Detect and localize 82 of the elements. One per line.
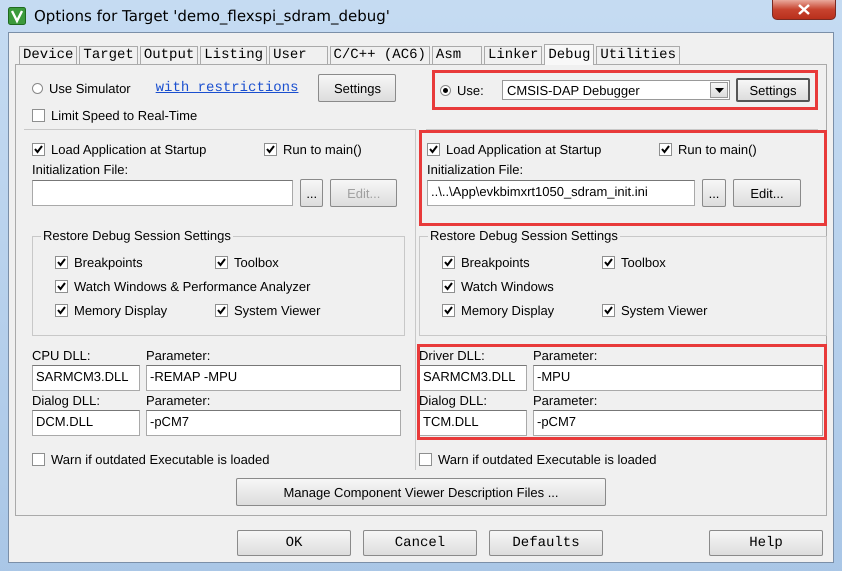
parameter-field[interactable]: -pCM7 [533, 410, 823, 436]
field-label: CPU DLL: [32, 348, 92, 363]
tab[interactable]: User [269, 46, 328, 64]
dll-field[interactable]: DCM.DLL [32, 410, 140, 436]
checkbox-option[interactable]: Warn if outdated Executable is loaded [419, 448, 827, 470]
settings-button[interactable]: Settings [318, 74, 396, 102]
close-button[interactable] [772, 0, 836, 20]
dialog-button[interactable]: Cancel [363, 530, 477, 556]
checkbox-option[interactable]: System Viewer [602, 299, 826, 321]
browse-button[interactable]: ... [300, 179, 324, 207]
group-title: Restore Debug Session Settings [428, 228, 620, 243]
debugger-dropdown[interactable]: CMSIS-DAP Debugger [502, 80, 730, 100]
manage-files-button[interactable]: Manage Component Viewer Description Files ... [236, 478, 606, 506]
radio-option[interactable]: Use: [440, 79, 502, 101]
checkbox-option[interactable]: Run to main() [264, 138, 362, 160]
check-icon [57, 282, 66, 290]
check-icon [217, 306, 226, 314]
parameter-field[interactable]: -MPU [533, 365, 823, 391]
checkbox-option[interactable]: Memory Display [55, 299, 215, 321]
browse-button[interactable]: ... [702, 179, 726, 207]
field-label: Parameter: [533, 393, 598, 408]
checkbox-option[interactable]: Breakpoints [55, 251, 215, 273]
checkbox-option[interactable]: Memory Display [442, 299, 602, 321]
checkbox-option[interactable]: System Viewer [215, 299, 404, 321]
check-icon [604, 306, 613, 314]
field-label: Dialog DLL: [419, 393, 488, 408]
init-file-field[interactable]: ..\..\App\evkbimxrt1050_sdram_init.ini [427, 180, 695, 206]
dll-field[interactable]: SARMCM3.DLL [32, 365, 140, 391]
parameter-field[interactable]: -pCM7 [146, 410, 401, 436]
restrictions-link[interactable]: with restrictions [156, 80, 298, 96]
close-icon [798, 4, 810, 15]
tab[interactable]: Asm [432, 46, 482, 64]
field-label: Initialization File: [32, 162, 130, 177]
check-icon [34, 144, 43, 154]
tab[interactable]: Device [19, 46, 78, 64]
dll-field[interactable]: TCM.DLL [419, 410, 527, 436]
checkbox-option[interactable]: Load Application at Startup [427, 138, 659, 160]
checkbox-option[interactable]: Watch Windows & Performance Analyzer [55, 275, 404, 297]
field-label: Parameter: [146, 348, 212, 363]
radio-option[interactable]: Use Simulator [32, 77, 131, 99]
field-label: Driver DLL: [419, 348, 486, 363]
settings-button[interactable]: Settings [736, 78, 810, 102]
checkbox-option[interactable]: Toolbox [215, 251, 404, 273]
check-icon [444, 282, 453, 290]
dialog-button[interactable]: Help [709, 530, 823, 556]
edit-button[interactable]: Edit... [733, 179, 801, 207]
checkbox-option[interactable]: Watch Windows [442, 275, 826, 297]
field-label: Parameter: [146, 393, 212, 408]
tab[interactable]: Debug [544, 44, 594, 65]
group-title: Restore Debug Session Settings [41, 228, 233, 243]
window-title: Options for Target 'demo_flexspi_sdram_debug' [34, 7, 390, 25]
field-label: Initialization File: [427, 162, 524, 177]
dialog-button[interactable]: OK [237, 530, 351, 556]
tab[interactable]: Utilities [596, 46, 680, 64]
check-icon [429, 144, 438, 154]
checkbox-option[interactable]: Breakpoints [442, 251, 602, 273]
check-icon [661, 144, 670, 154]
init-file-field[interactable] [32, 180, 294, 206]
check-icon [444, 258, 453, 266]
tab[interactable]: Target [79, 46, 138, 64]
caret-icon [714, 88, 724, 92]
tab[interactable]: Linker [484, 46, 542, 64]
check-icon [57, 258, 66, 266]
checkbox-option[interactable]: Limit Speed to Real-Time [32, 104, 416, 126]
checkbox-option[interactable]: Load Application at Startup [32, 138, 264, 160]
checkbox-option[interactable]: Toolbox [602, 251, 826, 273]
check-icon [217, 258, 226, 266]
check-icon [604, 258, 613, 266]
checkbox-option[interactable]: Run to main() [659, 138, 757, 160]
tab[interactable]: C/C++ (AC6) [330, 46, 430, 64]
app-icon [8, 7, 26, 25]
field-label: Parameter: [533, 348, 598, 363]
dialog-button[interactable]: Defaults [489, 530, 603, 556]
check-icon [266, 144, 275, 154]
tab[interactable]: Output [140, 46, 198, 64]
check-icon [57, 306, 66, 314]
checkbox-option[interactable]: Warn if outdated Executable is loaded [32, 448, 405, 470]
dll-field[interactable]: SARMCM3.DLL [419, 365, 527, 391]
field-label: Dialog DLL: [32, 393, 101, 408]
check-icon [444, 306, 453, 314]
tab[interactable]: Listing [200, 46, 268, 64]
parameter-field[interactable]: -REMAP -MPU [146, 365, 401, 391]
